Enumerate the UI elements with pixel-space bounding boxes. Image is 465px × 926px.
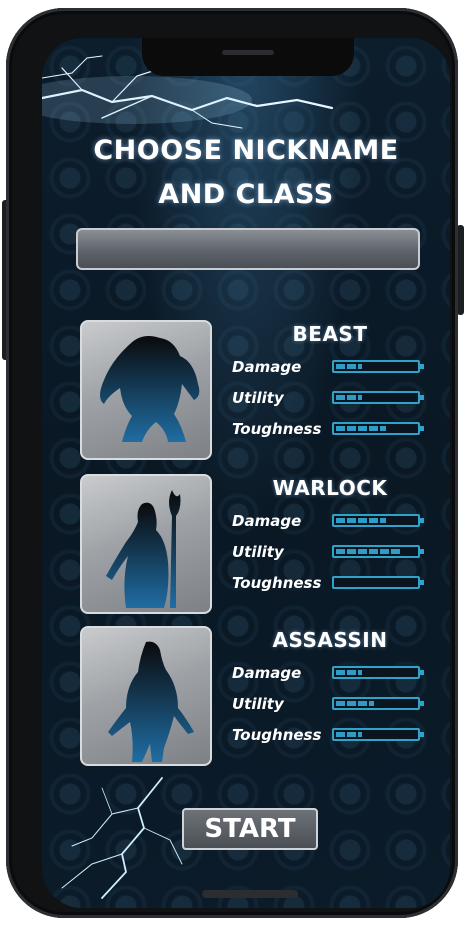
stat-bar (332, 514, 424, 527)
stat-label: Utility (232, 543, 284, 561)
stat-fill (336, 701, 374, 706)
stat-fill (336, 426, 386, 431)
stat-bar (332, 666, 424, 679)
warlock-silhouette-icon (106, 490, 181, 608)
stat-bar (332, 422, 424, 435)
warlock-portrait[interactable] (80, 474, 212, 614)
stat-fill (336, 518, 386, 523)
stat-bar (332, 728, 424, 741)
stat-row-toughness: Toughness (232, 572, 432, 594)
stat-label: Toughness (232, 574, 322, 592)
stat-label: Utility (232, 695, 284, 713)
class-card-beast[interactable]: BEAST Damage Utility Toughness (80, 320, 424, 462)
stat-bar (332, 545, 424, 558)
stat-bar (332, 391, 424, 404)
game-screen: CHOOSE NICKNAME AND CLASS BEAST Damage U… (42, 38, 450, 908)
stat-row-damage: Damage (232, 510, 432, 532)
stat-bar (332, 360, 424, 373)
stat-label: Utility (232, 389, 284, 407)
stat-fill (336, 732, 362, 737)
stat-fill (336, 364, 362, 369)
stat-row-toughness: Toughness (232, 418, 432, 440)
page-title: CHOOSE NICKNAME (93, 135, 399, 166)
class-name: ASSASSIN (272, 628, 388, 652)
assassin-portrait[interactable] (80, 626, 212, 766)
stat-fill (336, 395, 362, 400)
class-card-warlock[interactable]: WARLOCK Damage Utility Toughness (80, 474, 424, 616)
page-subtitle: AND CLASS (158, 179, 334, 210)
stat-label: Toughness (232, 726, 322, 744)
speaker (222, 50, 274, 55)
power-button (457, 225, 464, 315)
stat-row-utility: Utility (232, 541, 432, 563)
beast-silhouette-icon (100, 336, 200, 442)
stat-bar (332, 697, 424, 710)
home-indicator (202, 890, 298, 898)
stat-row-toughness: Toughness (232, 724, 432, 746)
stat-row-utility: Utility (232, 693, 432, 715)
stat-row-damage: Damage (232, 356, 432, 378)
stat-fill (336, 549, 400, 554)
stat-row-damage: Damage (232, 662, 432, 684)
background-pattern (42, 38, 450, 908)
class-card-assassin[interactable]: ASSASSIN Damage Utility Toughness (80, 626, 424, 768)
class-name: BEAST (292, 322, 368, 346)
stat-label: Toughness (232, 420, 322, 438)
stat-bar (332, 576, 424, 589)
start-button[interactable]: START (182, 808, 318, 850)
stat-label: Damage (232, 664, 302, 682)
stat-fill (336, 670, 362, 675)
class-name: WARLOCK (272, 476, 388, 500)
notch (142, 38, 354, 76)
assassin-silhouette-icon (108, 641, 194, 762)
nickname-input[interactable] (76, 228, 420, 270)
phone-frame: CHOOSE NICKNAME AND CLASS BEAST Damage U… (6, 8, 458, 918)
stat-row-utility: Utility (232, 387, 432, 409)
stat-label: Damage (232, 512, 302, 530)
beast-portrait[interactable] (80, 320, 212, 460)
stat-label: Damage (232, 358, 302, 376)
